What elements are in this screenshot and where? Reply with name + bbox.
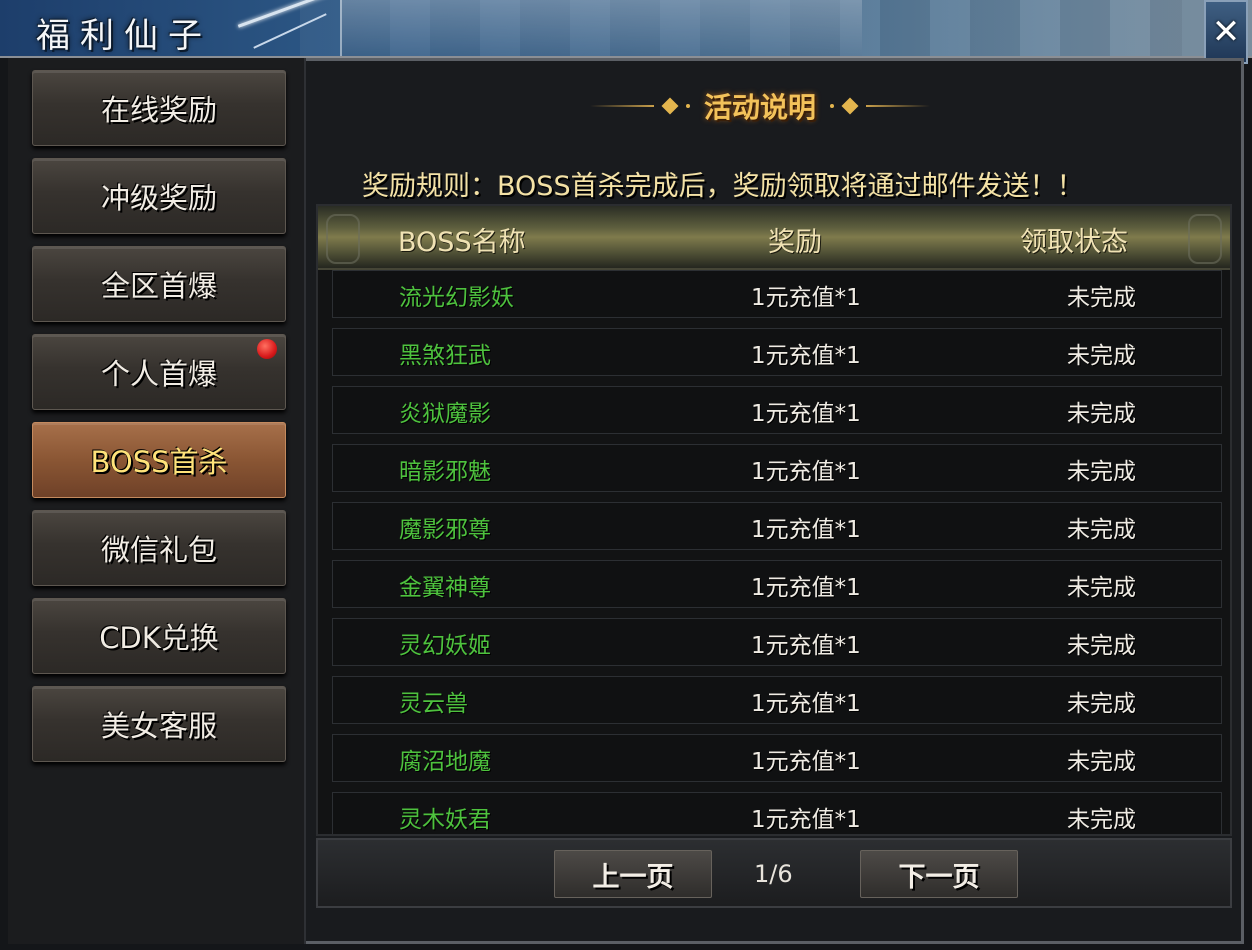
sidebar-item-cdk-exchange[interactable]: CDK兑换 [32, 598, 286, 674]
notification-badge [257, 339, 277, 359]
reward-value: 1元充值*1 [751, 633, 861, 659]
pagination-bar: 上一页 1/6 下一页 [316, 838, 1232, 908]
sidebar-item-label: 全区首爆 [100, 269, 217, 303]
title-bar: 福利仙子 [0, 0, 1252, 58]
boss-name: 金翼神尊 [399, 575, 491, 601]
section-heading: 活动说明 [578, 84, 942, 128]
sidebar-item-customer-service[interactable]: 美女客服 [32, 686, 286, 762]
claim-status: 未完成 [1067, 459, 1136, 485]
claim-status: 未完成 [1067, 691, 1136, 717]
dot-icon [830, 104, 834, 108]
table-row: 金翼神尊 1元充值*1 未完成 [332, 560, 1222, 608]
page-indicator: 1/6 [754, 860, 793, 888]
sidebar-item-boss-first-kill[interactable]: BOSS首杀 [32, 422, 286, 498]
title-bar-banner [340, 0, 862, 56]
reward-value: 1元充值*1 [751, 459, 861, 485]
table-row: 暗影邪魅 1元充值*1 未完成 [332, 444, 1222, 492]
table-row: 黑煞狂武 1元充值*1 未完成 [332, 328, 1222, 376]
claim-status: 未完成 [1067, 285, 1136, 311]
claim-status: 未完成 [1067, 517, 1136, 543]
claim-status: 未完成 [1067, 575, 1136, 601]
prev-page-button[interactable]: 上一页 [554, 850, 712, 898]
reward-value: 1元充值*1 [751, 691, 861, 717]
window-title: 福利仙子 [36, 16, 212, 56]
sidebar: 在线奖励 冲级奖励 全区首爆 个人首爆 BOSS首杀 微信礼包 CDK兑换 美女… [8, 58, 306, 944]
sidebar-item-level-reward[interactable]: 冲级奖励 [32, 158, 286, 234]
boss-name: 灵幻妖姬 [399, 633, 491, 659]
claim-status: 未完成 [1067, 633, 1136, 659]
claim-status: 未完成 [1067, 807, 1136, 833]
header-ornament-icon [1188, 214, 1222, 264]
claim-status: 未完成 [1067, 749, 1136, 775]
sidebar-item-label: 美女客服 [100, 709, 217, 743]
sidebar-item-wechat-gift[interactable]: 微信礼包 [32, 510, 286, 586]
reward-value: 1元充值*1 [751, 285, 861, 311]
reward-value: 1元充值*1 [751, 517, 861, 543]
column-header-status: 领取状态 [1020, 227, 1128, 258]
boss-name: 流光幻影妖 [399, 285, 514, 311]
heading-line-left [589, 105, 654, 107]
boss-name: 魔影邪尊 [399, 517, 491, 543]
reward-value: 1元充值*1 [751, 343, 861, 369]
diamond-icon [661, 97, 679, 115]
table-row: 灵云兽 1元充值*1 未完成 [332, 676, 1222, 724]
reward-value: 1元充值*1 [751, 749, 861, 775]
sidebar-item-server-first-drop[interactable]: 全区首爆 [32, 246, 286, 322]
column-header-boss-name: BOSS名称 [398, 227, 526, 258]
sidebar-item-label: CDK兑换 [99, 621, 219, 655]
boss-name: 炎狱魔影 [399, 401, 491, 427]
table-row: 灵木妖君 1元充值*1 未完成 [332, 792, 1222, 834]
close-button[interactable]: ✕ [1204, 0, 1248, 64]
reward-value: 1元充值*1 [751, 575, 861, 601]
next-page-button[interactable]: 下一页 [860, 850, 1018, 898]
boss-name: 暗影邪魅 [399, 459, 491, 485]
sidebar-item-label: BOSS首杀 [90, 445, 228, 479]
sidebar-item-online-reward[interactable]: 在线奖励 [32, 70, 286, 146]
column-header-reward: 奖励 [768, 227, 822, 258]
reward-value: 1元充值*1 [751, 807, 861, 833]
dot-icon [685, 104, 690, 108]
reward-value: 1元充值*1 [751, 401, 861, 427]
claim-status: 未完成 [1067, 343, 1136, 369]
sidebar-item-label: 个人首爆 [100, 357, 217, 391]
heading-line-right [866, 105, 930, 107]
table-row: 魔影邪尊 1元充值*1 未完成 [332, 502, 1222, 550]
boss-name: 灵木妖君 [399, 807, 491, 833]
boss-name: 黑煞狂武 [399, 343, 491, 369]
table-row: 腐沼地魔 1元充值*1 未完成 [332, 734, 1222, 782]
sidebar-item-personal-first-drop[interactable]: 个人首爆 [32, 334, 286, 410]
header-ornament-icon [326, 214, 360, 264]
table-row: 炎狱魔影 1元充值*1 未完成 [332, 386, 1222, 434]
diamond-icon [841, 97, 859, 115]
sidebar-item-label: 冲级奖励 [100, 181, 217, 215]
boss-name: 灵云兽 [399, 691, 468, 717]
reward-rule-text: 奖励规则：BOSS首杀完成后，奖励领取将通过邮件发送！！ [362, 171, 1084, 202]
boss-table: BOSS名称 奖励 领取状态 流光幻影妖 1元充值*1 未完成 黑煞狂武 1元充… [316, 204, 1232, 836]
table-row: 流光幻影妖 1元充值*1 未完成 [332, 270, 1222, 318]
close-icon: ✕ [1211, 12, 1241, 52]
table-header: BOSS名称 奖励 领取状态 [318, 206, 1230, 270]
table-row: 灵幻妖姬 1元充值*1 未完成 [332, 618, 1222, 666]
sidebar-item-label: 在线奖励 [100, 93, 217, 127]
boss-name: 腐沼地魔 [399, 749, 491, 775]
heading-title: 活动说明 [703, 91, 816, 124]
claim-status: 未完成 [1067, 401, 1136, 427]
sidebar-item-label: 微信礼包 [100, 533, 217, 567]
